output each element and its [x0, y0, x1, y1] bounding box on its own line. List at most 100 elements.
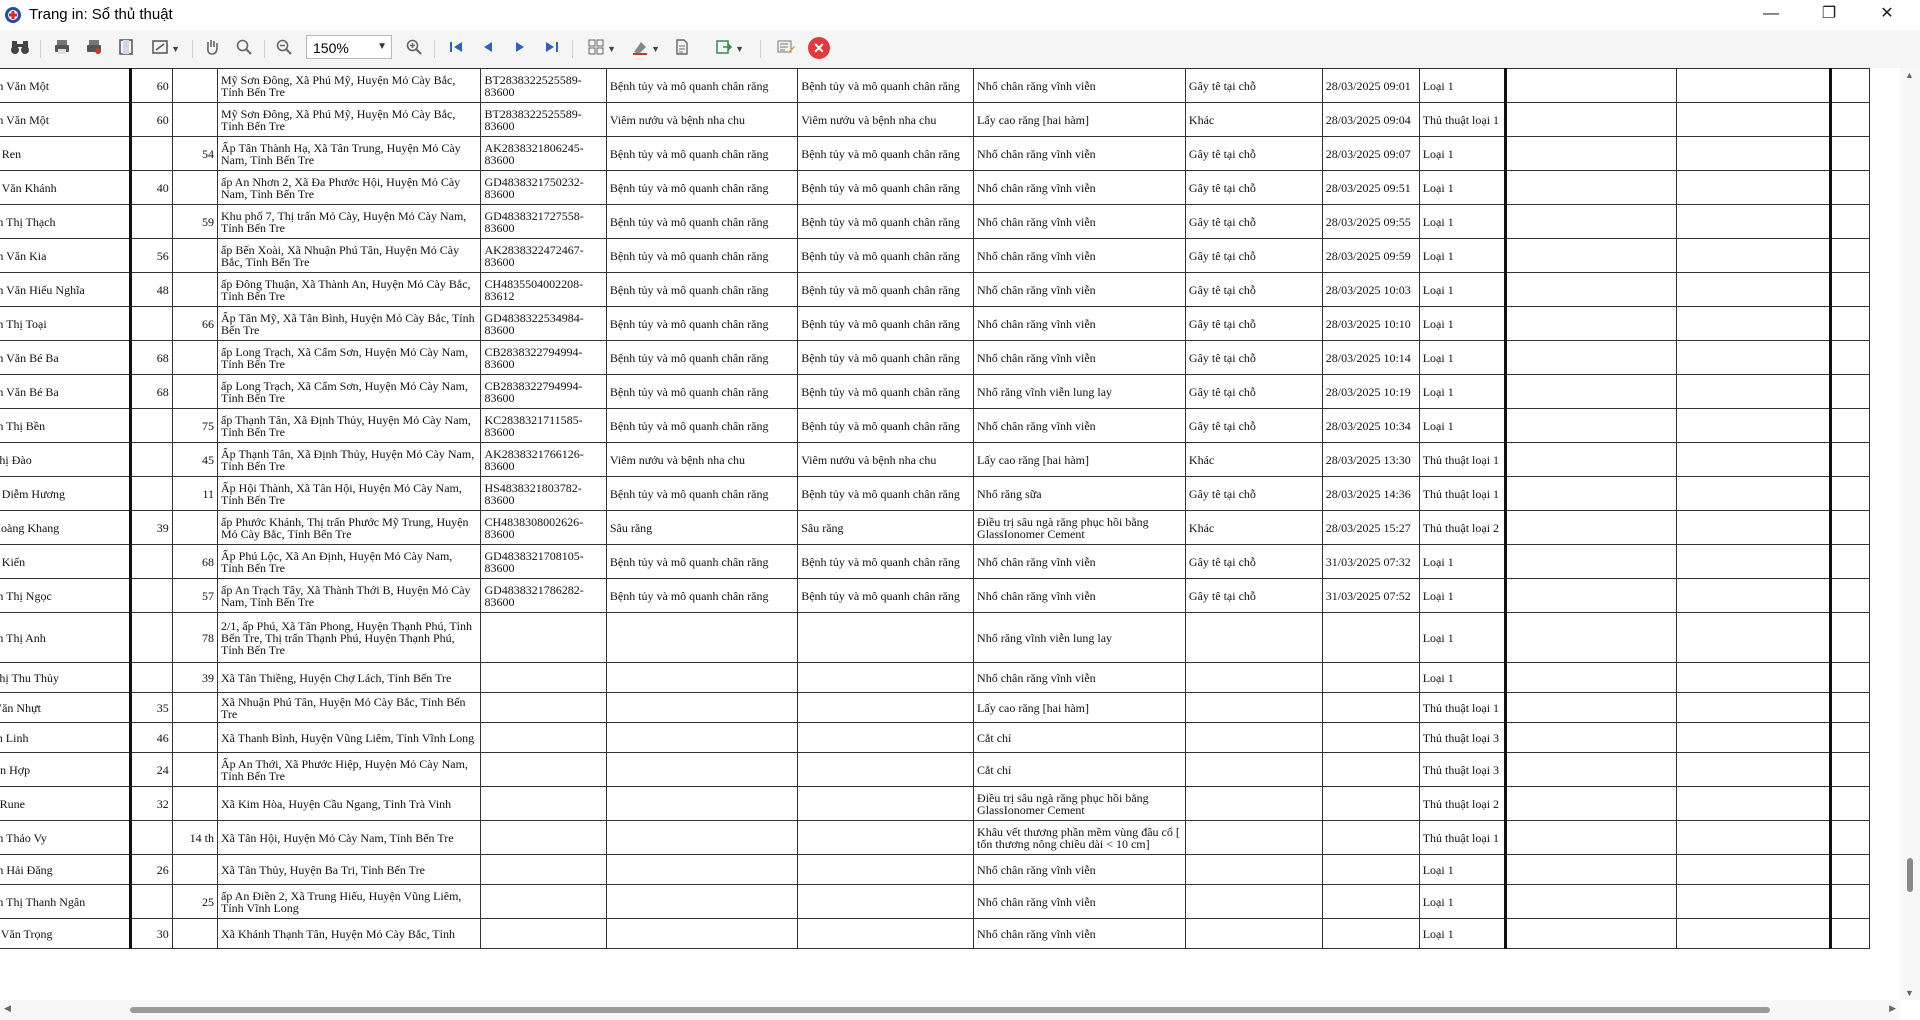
empty-cell	[1505, 662, 1678, 693]
scroll-right-icon[interactable]: ▶	[1889, 1003, 1896, 1014]
parameters-icon[interactable]	[774, 38, 798, 60]
datetime-cell	[1321, 612, 1420, 663]
diagnosis-in-cell	[605, 752, 799, 787]
patient-name-cell: guyễn Thị Anh	[0, 612, 133, 663]
table-row: ê Thị Diễm Hương 11Ấp Hội Thành, Xã Tân H…	[0, 476, 1871, 511]
procedure-type-cell: Thủ thuật loại 1	[1418, 476, 1508, 511]
fit-page-icon[interactable]: ▼	[148, 38, 180, 60]
anesthesia-method-cell: Gây tê tại chỗ	[1184, 340, 1323, 375]
zoom-select[interactable]: 150% ▼	[306, 35, 392, 59]
prev-page-icon[interactable]	[476, 38, 500, 60]
insurance-card-cell: BT2838322525589-83600	[480, 102, 607, 137]
procedure-cell: Nhổ chân răng vĩnh viễn	[973, 68, 1186, 103]
anesthesia-method-cell: Gây tê tại chỗ	[1184, 408, 1323, 443]
empty-cell	[1676, 752, 1832, 787]
binoculars-icon[interactable]	[8, 38, 32, 60]
diagnosis-in-cell: Bệnh tủy và mô quanh chân răng	[605, 476, 799, 511]
insurance-card-cell: KC2838321711585-83600	[480, 408, 607, 443]
insurance-card-cell: CB2838322794994-83600	[480, 340, 607, 375]
procedure-type-cell: Loại 1	[1418, 544, 1508, 579]
address-cell: Xã Tân Thiềng, Huyện Chợ Lách, Tỉnh Bến …	[216, 662, 482, 693]
zoom-out-icon[interactable]	[272, 38, 296, 60]
datetime-cell: 28/03/2025 09:55	[1321, 204, 1420, 239]
diagnosis-in-cell	[605, 918, 799, 949]
procedure-cell: Nhổ chân răng vĩnh viễn	[973, 170, 1186, 205]
anesthesia-method-cell: Gây tê tại chỗ	[1184, 306, 1323, 341]
empty-cell	[1505, 786, 1678, 821]
document-icon[interactable]	[670, 38, 694, 60]
scroll-up-icon[interactable]: ▲	[1905, 70, 1914, 80]
vertical-scroll-thumb[interactable]	[1907, 858, 1913, 892]
minimize-button[interactable]: —	[1748, 0, 1794, 30]
empty-cell	[1505, 884, 1678, 919]
empty-cell	[1828, 442, 1871, 477]
insurance-card-cell: BT2838322525589-83600	[480, 68, 607, 103]
address-cell: Mỹ Sơn Đông, Xã Phú Mỹ, Huyện Mỏ Cày Bắc…	[216, 68, 482, 103]
color-icon[interactable]: ▼	[628, 38, 660, 60]
age-female-cell	[171, 102, 219, 137]
anesthesia-method-cell: Khác	[1184, 442, 1323, 477]
age-male-cell	[130, 408, 173, 443]
vertical-scrollbar[interactable]: ▲ ▼	[1900, 68, 1920, 1000]
insurance-card-cell	[480, 722, 607, 753]
maximize-button[interactable]: ❐	[1806, 0, 1852, 30]
procedure-cell: Cắt chỉ	[973, 752, 1186, 787]
hand-icon[interactable]	[200, 38, 224, 60]
empty-cell	[1505, 272, 1678, 307]
zoom-plus-icon[interactable]	[402, 38, 426, 60]
procedure-cell: Điều trị sâu ngà răng phục hồi bằng Glas…	[973, 510, 1186, 545]
print-setup-icon[interactable]	[82, 38, 106, 60]
address-cell: Mỹ Sơn Đông, Xã Phú Mỹ, Huyện Mỏ Cày Bắc…	[216, 102, 482, 137]
next-page-icon[interactable]	[508, 38, 532, 60]
scroll-down-icon[interactable]: ▼	[1905, 988, 1914, 998]
scroll-left-icon[interactable]: ◀	[4, 1003, 11, 1014]
age-female-cell	[171, 170, 219, 205]
address-cell: Ấp Tân Mỹ, Xã Tân Bình, Huyện Mỏ Cày Bắc…	[216, 306, 482, 341]
table-row: hùng Văn Trọng30 Xã Khánh Thạnh Tân, Huyệ…	[0, 918, 1871, 949]
address-cell: Xã Nhuận Phú Tân, Huyện Mỏ Cày Bắc, Tỉnh…	[216, 692, 482, 723]
empty-cell	[1505, 374, 1678, 409]
empty-cell	[1676, 510, 1832, 545]
empty-cell	[1676, 272, 1832, 307]
diagnosis-in-cell: Viêm nướu và bệnh nha chu	[605, 102, 799, 137]
procedure-cell: Nhổ chân răng vĩnh viễn	[973, 136, 1186, 171]
empty-cell	[1505, 722, 1678, 753]
zoom-in-icon[interactable]	[232, 38, 256, 60]
empty-cell	[1505, 820, 1678, 855]
procedure-cell: Nhổ chân răng vĩnh viễn	[973, 340, 1186, 375]
diagnosis-out-cell: Bệnh tủy và mô quanh chân răng	[797, 204, 975, 239]
procedure-cell: Nhổ răng vĩnh viễn lung lay	[973, 612, 1186, 663]
close-icon[interactable]: ✕	[808, 37, 830, 59]
age-female-cell	[171, 786, 219, 821]
patient-name-cell: guyễn Thảo Vy	[0, 820, 133, 855]
insurance-card-cell: AK2838321766126-83600	[480, 442, 607, 477]
insurance-card-cell	[480, 692, 607, 723]
export-icon[interactable]: ▼	[712, 38, 744, 60]
last-page-icon[interactable]	[540, 38, 564, 60]
procedure-cell: Điều trị sâu ngà răng phục hồi bằng Glas…	[973, 786, 1186, 821]
age-male-cell: 68	[130, 340, 173, 375]
table-row: guyễn Thị Bền 75ấp Thạnh Tân, Xã Định Thủ…	[0, 408, 1871, 443]
patient-name-cell: ương Văn Khánh	[0, 170, 133, 205]
diagnosis-in-cell	[605, 612, 799, 663]
age-male-cell: 60	[130, 102, 173, 137]
diagnosis-out-cell: Bệnh tủy và mô quanh chân răng	[797, 476, 975, 511]
procedure-cell: Nhổ chân răng vĩnh viễn	[973, 854, 1186, 885]
first-page-icon[interactable]	[444, 38, 468, 60]
address-cell: Ấp Thạnh Tân, Xã Định Thủy, Huyện Mỏ Cày…	[216, 442, 482, 477]
close-window-button[interactable]: ✕	[1864, 0, 1910, 30]
multi-page-icon[interactable]: ▼	[584, 38, 616, 60]
empty-cell	[1676, 442, 1832, 477]
horizontal-scrollbar[interactable]: ◀ ▶	[0, 1000, 1900, 1020]
page-layout-icon[interactable]	[114, 38, 138, 60]
table-row: ùi Văn Hợp24 Ấp An Thới, Xã Phước Hiệp, H…	[0, 752, 1871, 787]
age-female-cell: 14 th	[171, 820, 219, 855]
print-icon[interactable]	[50, 38, 74, 60]
insurance-card-cell: CH4838308002626-83600	[480, 510, 607, 545]
procedure-type-cell: Loại 1	[1418, 374, 1508, 409]
empty-cell	[1828, 102, 1871, 137]
address-cell: Xã Kim Hòa, Huyện Cầu Ngang, Tỉnh Trà Vi…	[216, 786, 482, 821]
procedure-cell: Lấy cao răng [hai hàm]	[973, 102, 1186, 137]
horizontal-scroll-thumb[interactable]	[130, 1007, 1770, 1013]
diagnosis-in-cell	[605, 854, 799, 885]
